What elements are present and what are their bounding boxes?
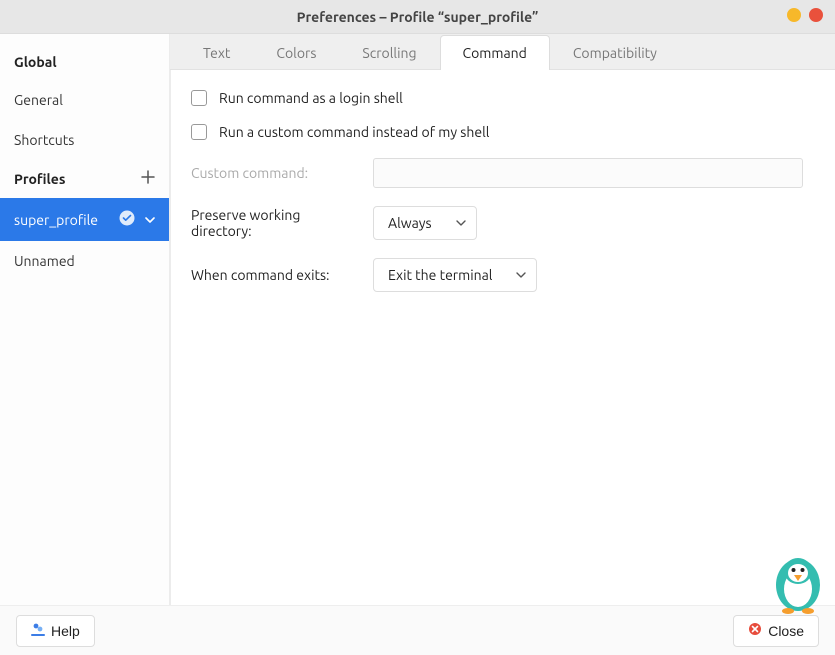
close-button[interactable]: Close bbox=[733, 615, 819, 647]
sidebar-item-super-profile[interactable]: super_profile bbox=[0, 198, 169, 241]
tab-label: Command bbox=[463, 45, 527, 61]
profiles-header-label: Profiles bbox=[14, 171, 65, 187]
help-icon bbox=[31, 622, 45, 639]
tab-scrolling[interactable]: Scrolling bbox=[339, 35, 439, 70]
when-exits-dropdown[interactable]: Exit the terminal bbox=[373, 258, 537, 292]
login-shell-label: Run command as a login shell bbox=[219, 90, 403, 106]
content-command: Run command as a login shell Run a custo… bbox=[170, 70, 835, 605]
custom-command-label: Run a custom command instead of my shell bbox=[219, 124, 489, 140]
window-title: Preferences – Profile “super_profile” bbox=[297, 9, 539, 25]
sidebar-item-label: General bbox=[14, 92, 63, 108]
default-check-icon[interactable] bbox=[119, 210, 135, 229]
profile-actions bbox=[119, 210, 155, 229]
preserve-dir-value: Always bbox=[388, 215, 432, 231]
close-label: Close bbox=[768, 623, 804, 639]
chevron-down-icon bbox=[456, 215, 466, 231]
preferences-window: Preferences – Profile “super_profile” Gl… bbox=[0, 0, 835, 655]
when-exits-value: Exit the terminal bbox=[388, 267, 492, 283]
minimize-icon[interactable] bbox=[787, 8, 801, 22]
row-login-shell: Run command as a login shell bbox=[191, 90, 815, 106]
sidebar-item-label: Shortcuts bbox=[14, 132, 74, 148]
row-preserve-dir: Preserve working directory: Always bbox=[191, 206, 815, 240]
help-label: Help bbox=[51, 623, 80, 639]
profiles-header: Profiles bbox=[0, 160, 169, 198]
sidebar-item-general[interactable]: General bbox=[0, 80, 169, 120]
custom-command-checkbox[interactable] bbox=[191, 124, 207, 140]
chevron-down-icon bbox=[516, 267, 526, 283]
tab-compatibility[interactable]: Compatibility bbox=[550, 35, 680, 70]
row-custom-command-field: Custom command: bbox=[191, 158, 815, 188]
tab-label: Text bbox=[203, 45, 230, 61]
preserve-dir-label: Preserve working directory: bbox=[191, 207, 361, 239]
close-icon bbox=[748, 622, 762, 639]
add-profile-icon[interactable] bbox=[141, 170, 155, 188]
help-button[interactable]: Help bbox=[16, 615, 95, 647]
tab-colors[interactable]: Colors bbox=[253, 35, 339, 70]
global-header: Global bbox=[0, 44, 169, 80]
titlebar: Preferences – Profile “super_profile” bbox=[0, 0, 835, 34]
sidebar-item-label: super_profile bbox=[14, 212, 98, 228]
global-header-label: Global bbox=[14, 54, 57, 70]
sidebar-item-unnamed[interactable]: Unnamed bbox=[0, 241, 169, 281]
preserve-dir-dropdown[interactable]: Always bbox=[373, 206, 477, 240]
tab-label: Compatibility bbox=[573, 45, 657, 61]
login-shell-checkbox[interactable] bbox=[191, 90, 207, 106]
row-custom-command: Run a custom command instead of my shell bbox=[191, 124, 815, 140]
tab-text[interactable]: Text bbox=[180, 35, 253, 70]
tab-label: Scrolling bbox=[362, 45, 416, 61]
tab-command[interactable]: Command bbox=[440, 35, 550, 70]
footer: Help Close bbox=[0, 605, 835, 655]
when-exits-label: When command exits: bbox=[191, 267, 361, 283]
sidebar-item-shortcuts[interactable]: Shortcuts bbox=[0, 120, 169, 160]
tabs: Text Colors Scrolling Command Compatibil… bbox=[170, 34, 835, 70]
close-window-icon[interactable] bbox=[809, 8, 823, 22]
row-when-exits: When command exits: Exit the terminal bbox=[191, 258, 815, 292]
window-controls bbox=[787, 8, 823, 22]
body: Global General Shortcuts Profiles super_… bbox=[0, 34, 835, 605]
custom-command-field-label: Custom command: bbox=[191, 165, 361, 181]
sidebar: Global General Shortcuts Profiles super_… bbox=[0, 34, 170, 605]
profile-menu-icon[interactable] bbox=[145, 212, 155, 228]
custom-command-input[interactable] bbox=[373, 158, 803, 188]
main-panel: Text Colors Scrolling Command Compatibil… bbox=[170, 34, 835, 605]
tab-label: Colors bbox=[276, 45, 316, 61]
sidebar-item-label: Unnamed bbox=[14, 253, 75, 269]
